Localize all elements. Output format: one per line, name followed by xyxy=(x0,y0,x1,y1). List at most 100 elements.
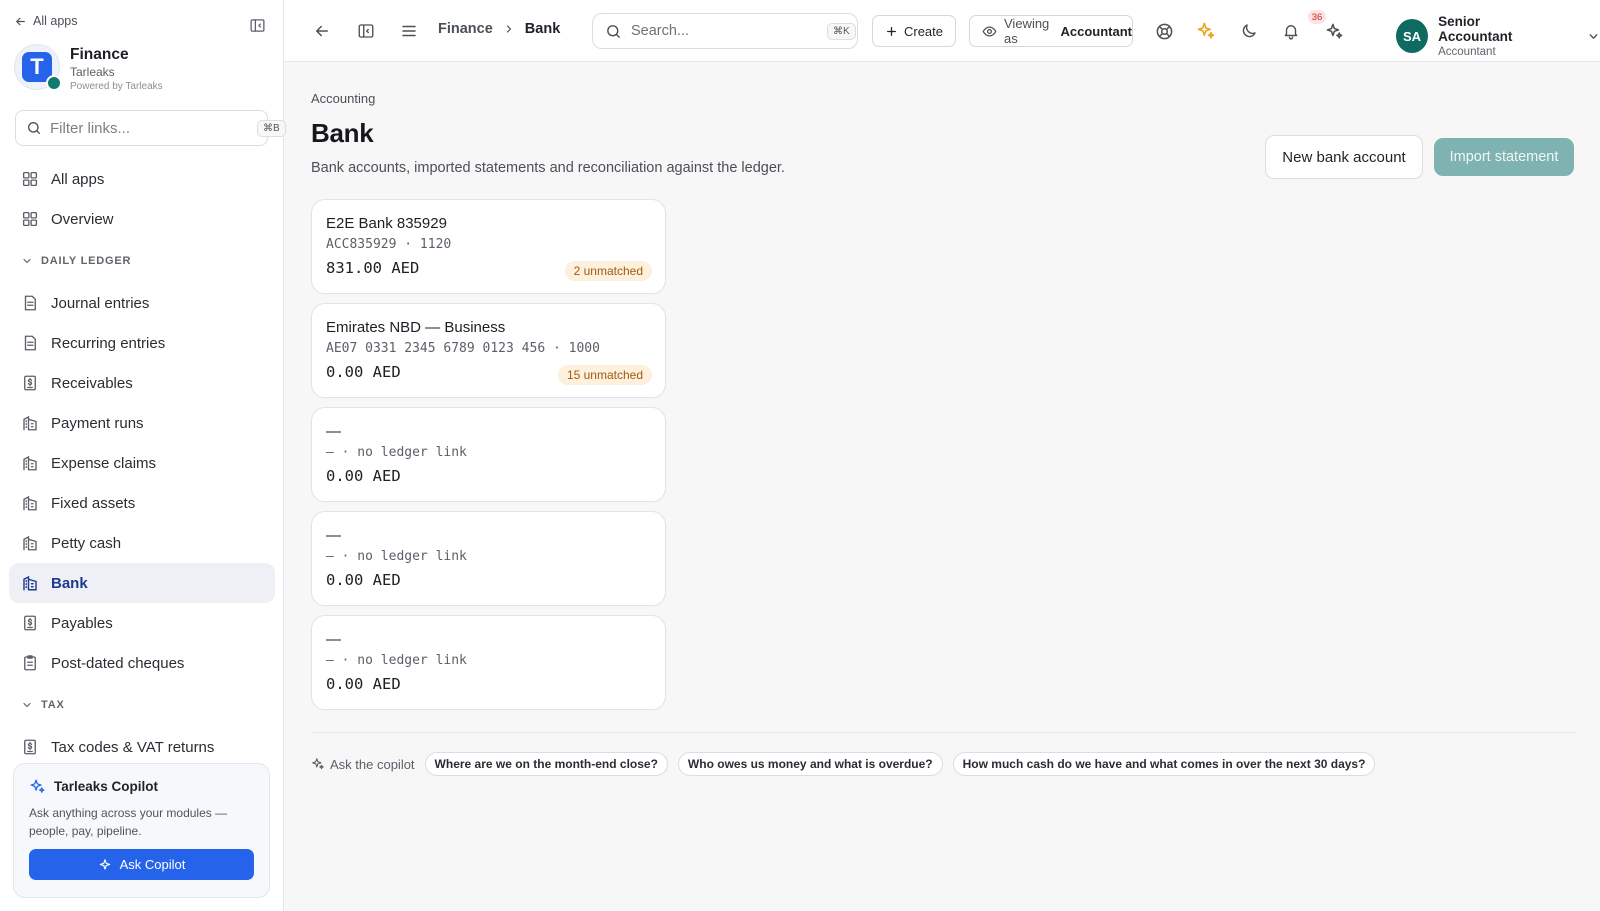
sidebar-item-label: Bank xyxy=(51,574,88,592)
ask-copilot-label: Ask the copilot xyxy=(311,757,415,772)
sidebar-item-payment-runs[interactable]: Payment runs xyxy=(9,403,275,443)
sidebar-item-bank[interactable]: Bank xyxy=(9,563,275,603)
unmatched-badge: 2 unmatched xyxy=(564,261,652,281)
filter-shortcut-hint: ⌘B xyxy=(257,119,286,137)
lifebuoy-icon xyxy=(1155,22,1174,41)
sparkle-icon xyxy=(29,778,46,795)
viewing-as-switcher[interactable]: Viewing as Accountant xyxy=(969,15,1133,47)
panel-left-icon xyxy=(357,22,375,40)
org-header: T Finance Tarleaks Powered by Tarleaks xyxy=(14,44,163,92)
document-icon xyxy=(21,334,39,352)
account-balance: 0.00 AED xyxy=(326,675,401,693)
bank-account-card[interactable]: — — · no ledger link 0.00 AED xyxy=(311,407,666,502)
page-description: Bank accounts, imported statements and r… xyxy=(311,160,785,176)
viewing-prefix: Viewing as xyxy=(1004,16,1050,46)
global-search-box: ⌘K xyxy=(592,13,858,49)
sidebar-item-overview[interactable]: Overview xyxy=(9,199,275,239)
org-name: Finance xyxy=(70,46,129,63)
account-name: — xyxy=(326,631,341,648)
building-icon xyxy=(21,454,39,472)
new-bank-account-button[interactable]: New bank account xyxy=(1265,135,1423,179)
sidebar-item-fixed-assets[interactable]: Fixed assets xyxy=(9,483,275,523)
section-divider xyxy=(311,732,1576,733)
back-button[interactable] xyxy=(310,19,334,43)
breadcrumb-bank: Bank xyxy=(524,21,561,37)
plus-icon xyxy=(885,25,898,38)
sparkle-icon xyxy=(1325,22,1344,41)
toggle-panel-button[interactable] xyxy=(354,19,378,43)
sidebar-item-label: Receivables xyxy=(51,374,133,392)
copilot-card: Tarleaks Copilot Ask anything across you… xyxy=(13,763,270,898)
notifications-button[interactable] xyxy=(1279,19,1303,43)
sidebar-item-label: Petty cash xyxy=(51,534,122,552)
suggestion-chip[interactable]: Who owes us money and what is overdue? xyxy=(677,752,943,776)
sidebar-item-journal-entries[interactable]: Journal entries xyxy=(9,283,275,323)
bank-account-card[interactable]: Emirates NBD — Business AE07 0331 2345 6… xyxy=(311,303,666,398)
sidebar-item-all-apps[interactable]: All apps xyxy=(9,159,275,199)
sidebar-item-tax-codes[interactable]: Tax codes & VAT returns xyxy=(9,727,275,767)
org-logo: T xyxy=(14,44,62,91)
arrow-left-icon xyxy=(14,15,27,28)
account-meta: ACC835929 · 1120 xyxy=(326,237,452,252)
breadcrumb-finance[interactable]: Finance xyxy=(438,21,493,37)
user-role: Accountant xyxy=(1438,46,1496,58)
account-balance: 0.00 AED xyxy=(326,571,401,589)
avatar: SA xyxy=(1396,19,1429,53)
account-meta: — · no ledger link xyxy=(326,549,467,564)
bank-accounts-list: E2E Bank 835929 ACC835929 · 1120 831.00 … xyxy=(311,199,666,719)
bank-account-card[interactable]: — — · no ledger link 0.00 AED xyxy=(311,511,666,606)
building-icon xyxy=(21,494,39,512)
filter-links-box: ⌘B xyxy=(15,110,286,146)
user-name: Senior Accountant xyxy=(1438,14,1513,44)
import-statement-button[interactable]: Import statement xyxy=(1434,138,1574,176)
arrow-left-icon xyxy=(313,22,331,40)
account-name: Emirates NBD — Business xyxy=(326,319,506,336)
sidebar-item-payables[interactable]: Payables xyxy=(9,603,275,643)
sidebar-item-recurring-entries[interactable]: Recurring entries xyxy=(9,323,275,363)
search-shortcut-hint: ⌘K xyxy=(827,22,856,40)
sidebar-nav: All apps Overview DAILY LEDGER Journal e… xyxy=(9,159,275,767)
sidebar-item-post-dated-cheques[interactable]: Post-dated cheques xyxy=(9,643,275,683)
back-to-all-apps-link[interactable]: All apps xyxy=(14,14,77,28)
sidebar-item-expense-claims[interactable]: Expense claims xyxy=(9,443,275,483)
page-title: Bank xyxy=(311,118,374,148)
filter-links-input[interactable] xyxy=(50,119,249,137)
bank-account-card[interactable]: E2E Bank 835929 ACC835929 · 1120 831.00 … xyxy=(311,199,666,294)
collapse-sidebar-button[interactable] xyxy=(246,14,268,36)
account-name: — xyxy=(326,527,341,544)
account-balance: 0.00 AED xyxy=(326,467,401,485)
global-search-input[interactable] xyxy=(631,23,818,39)
user-menu[interactable]: SA Senior Accountant Accountant xyxy=(1396,14,1600,58)
create-button[interactable]: Create xyxy=(872,15,956,47)
ask-copilot-text: Ask the copilot xyxy=(330,756,415,772)
moon-icon xyxy=(1240,22,1258,40)
grid-icon xyxy=(21,210,39,228)
ask-copilot-button[interactable]: Ask Copilot xyxy=(29,849,254,880)
section-daily-ledger-toggle[interactable]: DAILY LEDGER xyxy=(9,239,275,283)
section-tax-toggle[interactable]: TAX xyxy=(9,683,275,727)
copilot-card-title: Tarleaks Copilot xyxy=(29,778,254,795)
viewing-role: Accountant xyxy=(1060,23,1133,39)
sidebar-item-label: Overview xyxy=(51,210,114,228)
menu-button[interactable] xyxy=(397,19,421,43)
org-company: Tarleaks xyxy=(70,65,115,79)
suggestion-chip[interactable]: How much cash do we have and what comes … xyxy=(952,752,1376,776)
copilot-button[interactable] xyxy=(1322,19,1346,43)
chevron-down-icon xyxy=(1587,30,1600,43)
suggestion-chip[interactable]: Where are we on the month-end close? xyxy=(424,752,668,776)
account-name: E2E Bank 835929 xyxy=(326,215,447,232)
building-icon xyxy=(21,534,39,552)
sidebar-item-label: Fixed assets xyxy=(51,494,136,512)
section-label: DAILY LEDGER xyxy=(41,255,132,267)
sidebar-item-petty-cash[interactable]: Petty cash xyxy=(9,523,275,563)
grid-icon xyxy=(21,170,39,188)
bank-account-card[interactable]: — — · no ledger link 0.00 AED xyxy=(311,615,666,710)
sidebar-item-receivables[interactable]: Receivables xyxy=(9,363,275,403)
chevron-down-icon xyxy=(21,699,33,711)
org-powered-by: Powered by Tarleaks xyxy=(70,81,163,92)
account-meta: AE07 0331 2345 6789 0123 456 · 1000 xyxy=(326,341,600,356)
help-button[interactable] xyxy=(1152,19,1176,43)
dark-mode-toggle[interactable] xyxy=(1237,19,1261,43)
sidebar-item-label: Payables xyxy=(51,614,113,632)
ai-highlights-button[interactable] xyxy=(1194,19,1218,43)
